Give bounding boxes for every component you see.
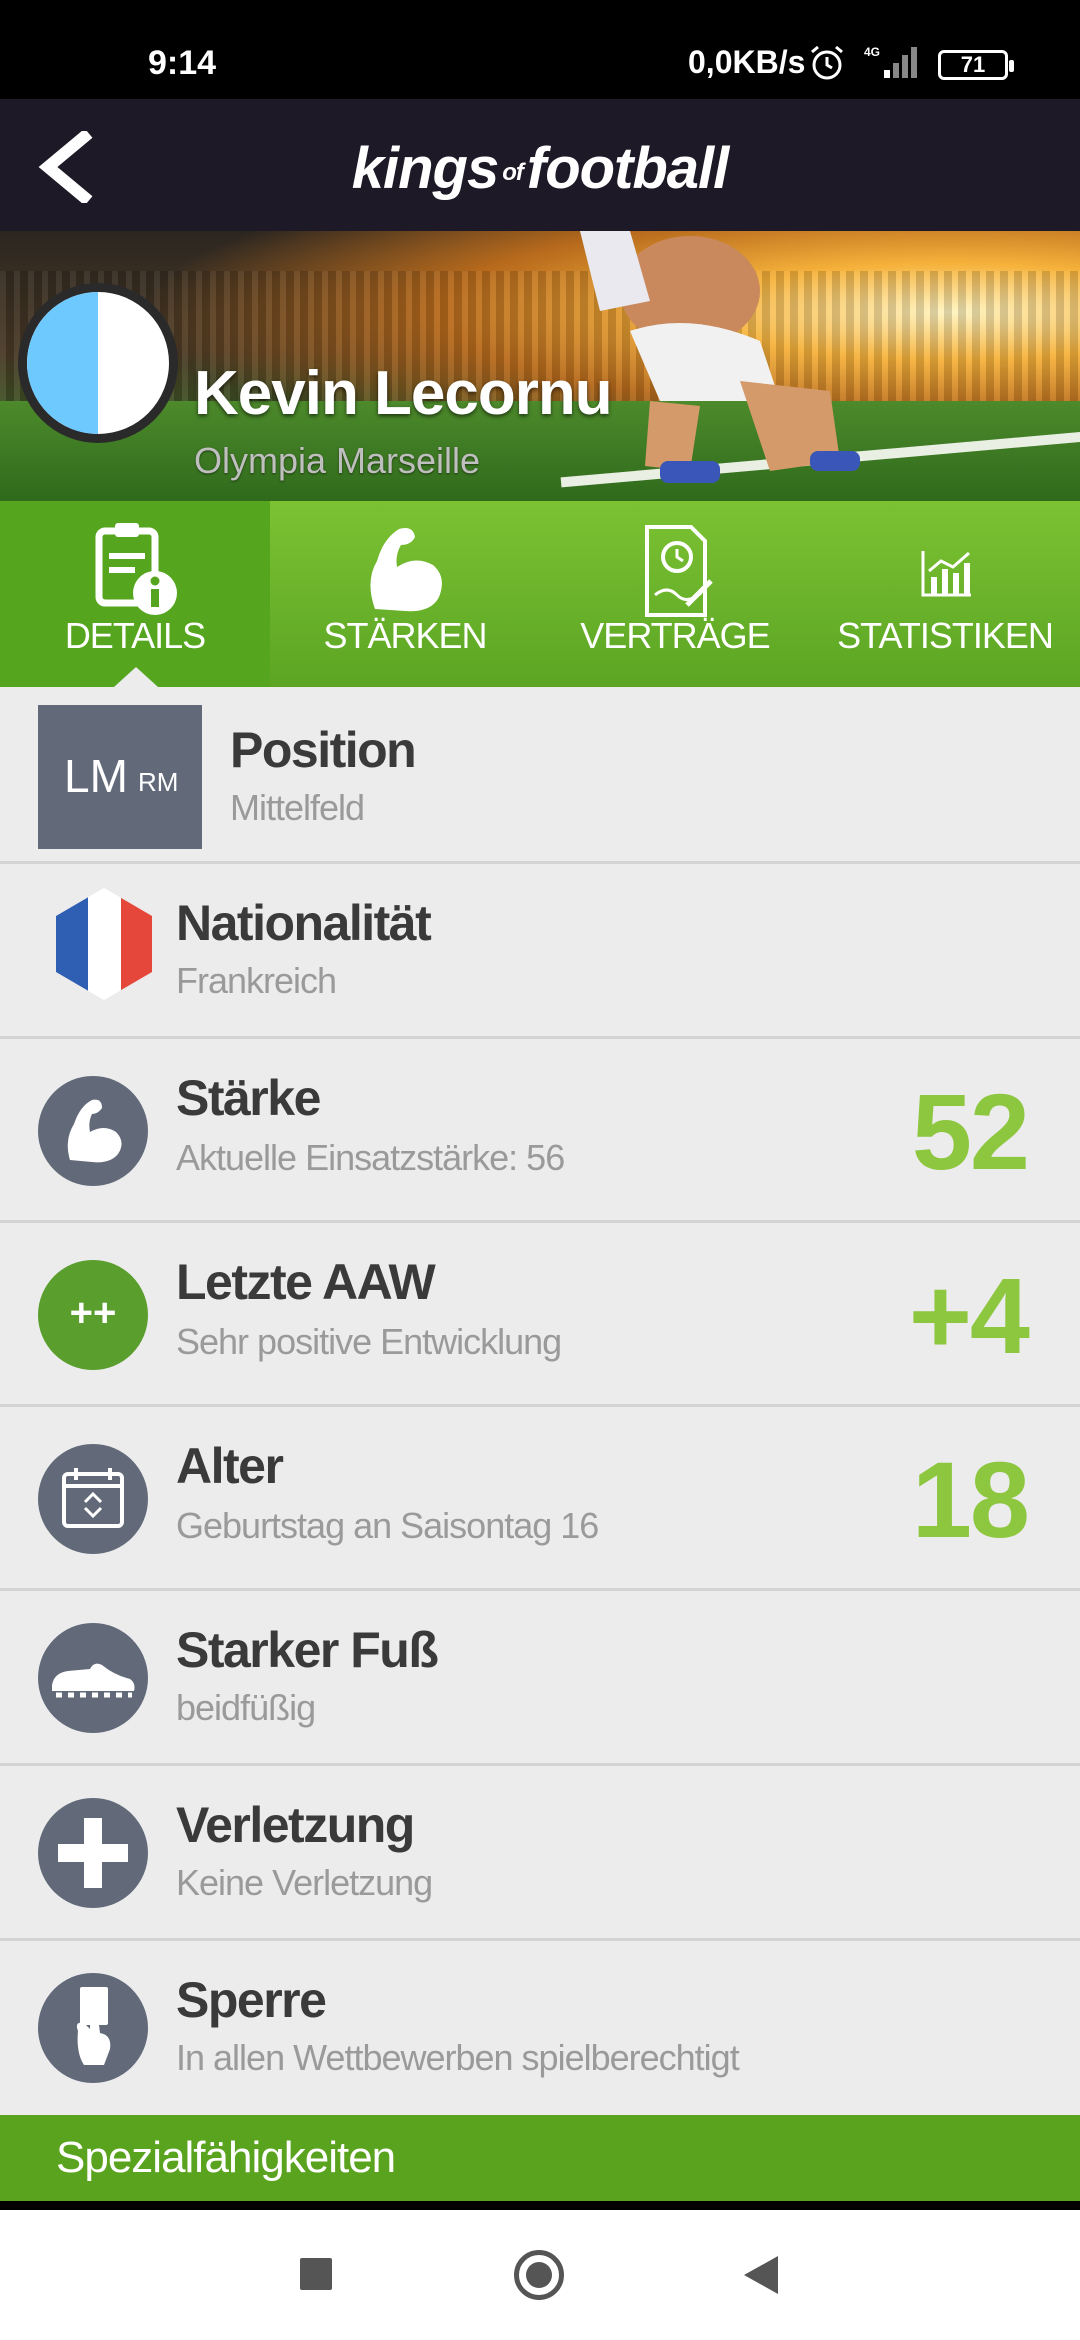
list-item-last-aaw[interactable]: ++ Letzte AAW Sehr positive Entwicklung … xyxy=(0,1223,1080,1407)
signal-icon: 4G xyxy=(864,45,917,78)
alarm-icon xyxy=(811,45,843,80)
back-triangle-icon[interactable] xyxy=(744,2256,778,2294)
strength-icon xyxy=(38,1076,148,1186)
position-title: Position xyxy=(230,722,417,778)
strength-value: 52 xyxy=(911,1071,1030,1192)
france-flag-icon xyxy=(56,888,152,1000)
medical-cross-icon xyxy=(38,1798,148,1908)
tab-details[interactable]: DETAILS xyxy=(0,501,270,687)
aaw-badge: ++ xyxy=(38,1260,148,1370)
recent-apps-icon[interactable] xyxy=(300,2258,332,2290)
active-tab-pointer xyxy=(114,667,158,687)
home-icon[interactable] xyxy=(514,2250,564,2300)
logo-football: football xyxy=(526,136,729,201)
status-bar: 9:14 0,0KB/s 4G 71 xyxy=(0,0,1080,99)
player-club[interactable]: Olympia Marseille xyxy=(194,440,480,482)
list-item-injury[interactable]: Verletzung Keine Verletzung xyxy=(0,1766,1080,1941)
suspension-title: Sperre xyxy=(176,1972,327,2028)
list-item-strong-foot[interactable]: Starker Fuß beidfüßig xyxy=(0,1591,1080,1766)
clipboard-info-icon xyxy=(95,523,177,615)
app-header: kings offootball xyxy=(0,99,1080,231)
aaw-subtitle: Sehr positive Entwicklung xyxy=(176,1321,562,1362)
special-abilities-header[interactable]: Spezialfähigkeiten xyxy=(0,2115,1080,2201)
position-primary: LM xyxy=(64,750,128,802)
list-item-nationality[interactable]: Nationalität Frankreich xyxy=(0,864,1080,1039)
crest-left-half xyxy=(27,292,98,434)
calendar-icon xyxy=(38,1444,148,1554)
details-list: LM RM Position Mittelfeld Nationalität F… xyxy=(0,687,1080,2115)
svg-text:++: ++ xyxy=(70,1291,117,1335)
list-item-suspension[interactable]: Sperre In allen Wettbewerben spielberech… xyxy=(0,1941,1080,2115)
tab-staerken[interactable]: STÄRKEN xyxy=(270,501,540,687)
age-title: Alter xyxy=(176,1438,284,1494)
flexed-arm-icon xyxy=(370,528,442,612)
aaw-title: Letzte AAW xyxy=(176,1254,436,1310)
nationality-title: Nationalität xyxy=(176,895,432,951)
age-value: 18 xyxy=(911,1439,1030,1560)
system-nav-bar xyxy=(0,2210,1080,2340)
position-badge: LM RM xyxy=(38,705,202,849)
logo-of: of xyxy=(502,158,524,186)
logo-kings: kings xyxy=(351,136,499,201)
nationality-subtitle: Frankreich xyxy=(176,960,337,1001)
tab-vertraege-label: VERTRÄGE xyxy=(580,615,770,656)
network-speed: 0,0KB/s xyxy=(688,44,806,80)
app-logo: kings offootball xyxy=(0,135,1080,202)
referee-card-icon xyxy=(38,1973,148,2083)
club-crest xyxy=(18,283,178,443)
bar-chart-icon xyxy=(921,551,971,597)
tab-statistiken-label: STATISTIKEN xyxy=(837,615,1054,656)
tab-staerken-label: STÄRKEN xyxy=(323,615,487,656)
foot-title: Starker Fuß xyxy=(176,1622,439,1678)
age-subtitle: Geburtstag an Saisontag 16 xyxy=(176,1505,599,1546)
strength-subtitle: Aktuelle Einsatzstärke: 56 xyxy=(176,1137,565,1178)
suspension-subtitle: In allen Wettbewerben spielberechtigt xyxy=(176,2037,740,2078)
position-secondary: RM xyxy=(138,767,179,797)
battery-icon: 71 xyxy=(938,50,1014,80)
player-name: Kevin Lecornu xyxy=(194,359,613,428)
contract-icon xyxy=(645,525,713,617)
svg-text:4G: 4G xyxy=(864,45,880,59)
football-boot-icon xyxy=(38,1623,148,1733)
list-item-strength[interactable]: Stärke Aktuelle Einsatzstärke: 56 52 xyxy=(0,1039,1080,1223)
status-time: 9:14 xyxy=(148,44,217,82)
special-abilities-label: Spezialfähigkeiten xyxy=(56,2133,396,2182)
position-subtitle: Mittelfeld xyxy=(230,787,365,828)
tab-details-label: DETAILS xyxy=(64,615,206,656)
tab-bar: DETAILS STÄRKEN VERTRÄGE STATISTIKEN xyxy=(0,501,1080,687)
injury-subtitle: Keine Verletzung xyxy=(176,1862,433,1903)
list-item-age[interactable]: Alter Geburtstag an Saisontag 16 18 xyxy=(0,1407,1080,1591)
list-item-position[interactable]: LM RM Position Mittelfeld xyxy=(0,687,1080,864)
aaw-value: +4 xyxy=(908,1255,1030,1376)
foot-subtitle: beidfüßig xyxy=(176,1687,316,1728)
tab-statistiken[interactable]: STATISTIKEN xyxy=(810,501,1080,687)
strength-title: Stärke xyxy=(176,1070,321,1126)
tab-vertraege[interactable]: VERTRÄGE xyxy=(540,501,810,687)
injury-title: Verletzung xyxy=(176,1797,415,1853)
